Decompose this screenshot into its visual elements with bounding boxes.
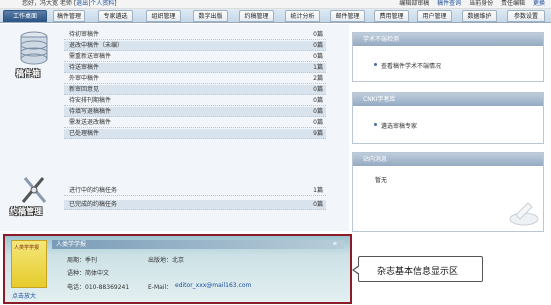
list-item[interactable]: 外审中稿件 2篇 bbox=[64, 74, 326, 84]
tab-users[interactable]: 用户管理 bbox=[417, 10, 452, 22]
period-field: 周期：季刊 bbox=[67, 257, 98, 264]
callout-tail-inner bbox=[354, 266, 360, 274]
list-item-count: 0篇 bbox=[313, 108, 323, 115]
misconduct-link[interactable]: 查看稿件学术不端情况 bbox=[381, 61, 441, 70]
magazine-info-background: 人类学学报 点击放大 人类学学报 ⚭ 周期：季刊 出版地：北京 语种：简体中文 … bbox=[5, 236, 350, 302]
list-item-count: 1篇 bbox=[313, 187, 323, 194]
logout-link[interactable]: 退出 bbox=[76, 0, 88, 7]
top-right-links: 编辑部审稿 稿件查询 当前身份 责任编辑 更换 bbox=[393, 0, 545, 8]
list-item-label: 待送审稿件 bbox=[69, 64, 100, 71]
notice-empty-text: 暂无 bbox=[375, 177, 388, 184]
list-item-label: 已完成的约稿任务 bbox=[69, 201, 118, 208]
solicit-title: 约稿管理 bbox=[10, 207, 42, 216]
cnki-link[interactable]: 遴选审稿专家 bbox=[381, 121, 417, 130]
manuscript-box-title: 稿件箱 bbox=[16, 69, 40, 78]
attachment-icon: ⚭ bbox=[332, 240, 338, 248]
notice-panel-title: 站内消息 bbox=[353, 153, 543, 166]
list-item-count: 0篇 bbox=[313, 31, 323, 38]
magazine-cover[interactable]: 人类学学报 bbox=[11, 240, 47, 288]
tab-desktop[interactable]: 工作桌面 bbox=[3, 10, 47, 22]
tab-email[interactable]: 邮件管理 bbox=[330, 10, 365, 22]
phone-field: 电话：010-88369241 bbox=[67, 284, 130, 291]
tab-fees[interactable]: 费用管理 bbox=[374, 10, 409, 22]
misconduct-panel-title: 学术不端检测 bbox=[353, 33, 543, 46]
list-item[interactable]: 待安排刊期稿件 0篇 bbox=[64, 96, 326, 106]
list-item[interactable]: 待填写退稿稿件 0篇 bbox=[64, 107, 326, 117]
list-item[interactable]: 已处理稿件 9篇 bbox=[64, 129, 326, 139]
list-item-label: 需重新送审稿件 bbox=[69, 53, 112, 60]
list-item[interactable]: 新审回意见 0篇 bbox=[64, 85, 326, 95]
list-item-label: 需发送退改稿件 bbox=[69, 119, 112, 126]
list-item[interactable]: 进行中的约稿任务 1篇 bbox=[64, 186, 326, 196]
notice-panel: 站内消息 暂无 bbox=[352, 152, 544, 232]
user-greeting: 您好，冯大宽 老师 [退出|个人资料] bbox=[22, 0, 117, 7]
list-item[interactable]: 需重新送审稿件 0篇 bbox=[64, 52, 326, 62]
tab-data[interactable]: 数据维护 bbox=[462, 10, 497, 22]
enlarge-link[interactable]: 点击放大 bbox=[12, 291, 36, 300]
list-item-label: 外审中稿件 bbox=[69, 75, 100, 82]
list-item-count: 0篇 bbox=[313, 201, 323, 208]
list-item[interactable]: 待送审稿件 1篇 bbox=[64, 63, 326, 73]
tab-manuscripts[interactable]: 稿件管理 bbox=[53, 10, 85, 22]
magazine-name-bar: 人类学学报 bbox=[52, 240, 344, 249]
list-item-label: 已处理稿件 bbox=[69, 130, 100, 137]
bullet-icon bbox=[374, 123, 377, 126]
tab-settings[interactable]: 参数设置 bbox=[507, 10, 545, 22]
editor-review-link[interactable]: 编辑部审稿 bbox=[399, 0, 429, 7]
callout-text: 杂志基本信息显示区 bbox=[377, 267, 459, 277]
list-item-label: 待初审稿件 bbox=[69, 31, 100, 38]
magazine-info-panel: 人类学学报 点击放大 人类学学报 ⚭ 周期：季刊 出版地：北京 语种：简体中文 … bbox=[3, 234, 352, 304]
current-role-value: 责任编辑 bbox=[501, 0, 526, 7]
tab-expert[interactable]: 专家遴选 bbox=[98, 10, 133, 22]
main-nav: 工作桌面 稿件管理 专家遴选 组织管理 数字出版 约稿管理 统计分析 邮件管理 … bbox=[0, 9, 551, 23]
place-field: 出版地：北京 bbox=[148, 257, 185, 264]
list-item-count: 0篇 bbox=[313, 86, 323, 93]
email-link[interactable]: editor_xxx@mail163.com bbox=[175, 282, 251, 289]
top-bar: 您好，冯大宽 老师 [退出|个人资料] 编辑部审稿 稿件查询 当前身份 责任编辑… bbox=[0, 0, 551, 9]
list-item-count: 1篇 bbox=[313, 64, 323, 71]
list-item-label: 进行中的约稿任务 bbox=[69, 187, 118, 194]
greeting-text: 您好，冯大宽 老师 bbox=[22, 0, 72, 7]
annotation-callout: 杂志基本信息显示区 bbox=[352, 256, 483, 282]
tab-digital-publish[interactable]: 数字出版 bbox=[193, 10, 228, 22]
list-item-count: 0篇 bbox=[313, 53, 323, 60]
manuscript-search-link[interactable]: 稿件查询 bbox=[437, 0, 461, 7]
tab-organization[interactable]: 组织管理 bbox=[146, 10, 181, 22]
database-icon bbox=[14, 30, 54, 68]
list-item-label: 新审回意见 bbox=[69, 86, 100, 93]
tab-statistics[interactable]: 统计分析 bbox=[285, 10, 320, 22]
list-item-count: 0篇 bbox=[313, 97, 323, 104]
misconduct-panel: 学术不端检测 查看稿件学术不端情况 bbox=[352, 32, 544, 82]
list-item[interactable]: 待初审稿件 0篇 bbox=[64, 30, 326, 40]
list-item[interactable]: 已完成的约稿任务 0篇 bbox=[64, 200, 326, 210]
cnki-panel-title: CNKI学者库 bbox=[353, 93, 543, 106]
list-item-label: 待安排刊期稿件 bbox=[69, 97, 112, 104]
main-panel: 稿件箱 待初审稿件 0篇 退改中稿件（未编） 0篇 需重新送审稿件 0篇 待送审稿件 1… bbox=[0, 24, 349, 231]
profile-link[interactable]: 个人资料 bbox=[90, 0, 114, 7]
email-label: E-Mail： bbox=[148, 284, 173, 291]
speaker-icon bbox=[508, 197, 540, 227]
pen-tools-icon bbox=[17, 174, 51, 206]
list-item-label: 待填写退稿稿件 bbox=[69, 108, 112, 115]
list-item-count: 2篇 bbox=[313, 75, 323, 82]
list-item-count: 9篇 bbox=[313, 130, 323, 137]
tab-solicit[interactable]: 约稿管理 bbox=[239, 10, 274, 22]
current-role-label: 当前身份 bbox=[469, 0, 494, 7]
list-item-count: 0篇 bbox=[313, 42, 323, 49]
switch-role-link[interactable]: 更换 bbox=[533, 0, 545, 7]
list-item[interactable]: 退改中稿件（未编） 0篇 bbox=[64, 41, 326, 51]
list-item-count: 0篇 bbox=[313, 119, 323, 126]
bullet-icon bbox=[374, 63, 377, 66]
list-item[interactable]: 需发送退改稿件 0篇 bbox=[64, 118, 326, 128]
language-field: 语种：简体中文 bbox=[67, 270, 110, 277]
cnki-panel: CNKI学者库 遴选审稿专家 bbox=[352, 92, 544, 144]
cover-title: 人类学学报 bbox=[14, 245, 40, 251]
list-item-label: 退改中稿件（未编） bbox=[69, 42, 124, 49]
